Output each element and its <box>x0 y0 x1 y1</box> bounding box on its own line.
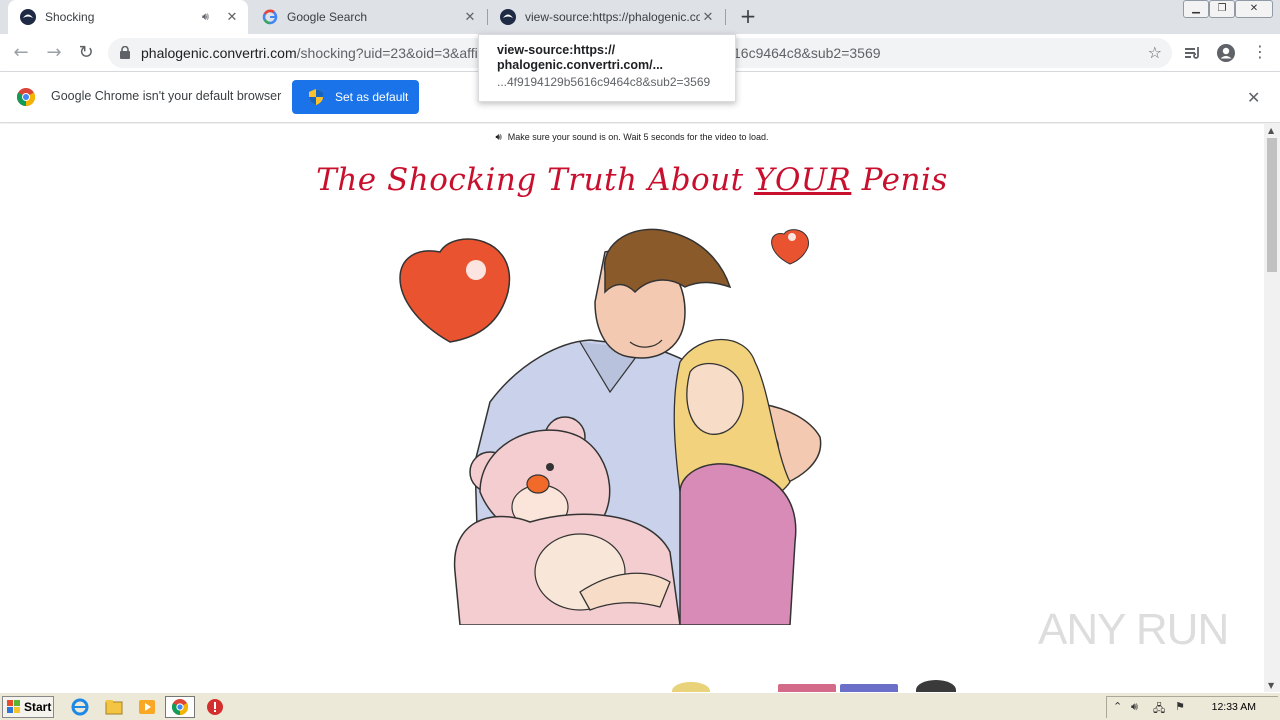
set-as-default-label: Set as default <box>335 90 409 104</box>
tab-strip: Shocking 🔊︎ ✕ Google Search ✕ view-sourc… <box>0 0 1280 34</box>
network-icon[interactable]: 🖧 <box>1153 700 1165 719</box>
tab-title: view-source:https://phalogenic.convertri… <box>525 10 700 24</box>
url-host: phalogenic.convertri.com <box>141 45 297 61</box>
close-window-button[interactable]: ✕ <box>1235 0 1273 18</box>
tab-separator <box>725 9 726 25</box>
set-as-default-button[interactable]: Set as default <box>292 80 419 114</box>
tray-expand-icon[interactable]: ⌃ <box>1113 700 1122 713</box>
scroll-thumb[interactable] <box>1267 138 1277 272</box>
file-explorer-icon[interactable] <box>104 697 124 717</box>
media-control-icon[interactable] <box>1183 43 1203 63</box>
close-tab-icon[interactable]: ✕ <box>462 10 478 25</box>
site-favicon-icon <box>20 9 36 25</box>
back-button[interactable]: ← <box>9 41 33 65</box>
chrome-taskbar-button[interactable] <box>165 696 195 718</box>
scroll-up-arrow-icon[interactable]: ▲ <box>1268 126 1274 135</box>
vertical-scrollbar[interactable]: ▲ ▼ <box>1264 124 1280 692</box>
tab-hover-tooltip: view-source:https:// phalogenic.convertr… <box>478 34 736 102</box>
close-tab-icon[interactable]: ✕ <box>224 10 240 25</box>
windows-taskbar: Start ⌃ 🔊︎ 🖧 ⚑ 12:33 AM <box>0 692 1280 720</box>
reload-button[interactable]: ↻ <box>74 41 98 65</box>
lock-icon[interactable] <box>120 46 130 59</box>
start-button[interactable]: Start <box>2 696 54 718</box>
action-center-flag-icon[interactable]: ⚑ <box>1175 700 1185 713</box>
google-icon <box>262 9 278 25</box>
screen: Shocking 🔊︎ ✕ Google Search ✕ view-sourc… <box>0 0 1280 720</box>
anyrun-watermark: ANY RUN <box>1038 605 1229 654</box>
scroll-down-arrow-icon[interactable]: ▼ <box>1268 681 1274 690</box>
site-favicon-icon <box>500 9 516 25</box>
headline-post: Penis <box>851 162 948 198</box>
tab-view-source[interactable]: view-source:https://phalogenic.convertri… <box>488 0 724 34</box>
more-menu-icon[interactable]: ⋮ <box>1252 42 1268 61</box>
volume-icon[interactable]: 🔊︎ <box>1131 700 1138 714</box>
bookmark-star-icon[interactable]: ☆ <box>1148 43 1162 62</box>
heart-left-icon <box>399 238 511 343</box>
page-headline: The Shocking Truth About YOUR Penis <box>0 162 1264 198</box>
couple-illustration <box>399 228 822 625</box>
security-seal-icon <box>916 680 956 692</box>
speaker-icon: 🔊︎ <box>495 132 502 143</box>
url-path: /shocking?uid=23&oid=3&affi <box>296 45 478 61</box>
tab-google-search[interactable]: Google Search ✕ <box>250 0 486 34</box>
tab-title: Shocking <box>45 10 95 24</box>
stop-sign-icon[interactable] <box>205 697 225 717</box>
tooltip-line-2: phalogenic.convertri.com/... <box>497 58 664 72</box>
shield-icon <box>309 89 323 105</box>
system-tray: ⌃ 🔊︎ 🖧 ⚑ 12:33 AM <box>1106 696 1278 718</box>
mastercard-icon <box>778 684 836 692</box>
taskbar-clock[interactable]: 12:33 AM <box>1212 701 1256 713</box>
forward-button[interactable]: → <box>42 41 66 65</box>
url-text: phalogenic.convertri.com/shocking?uid=23… <box>141 45 478 61</box>
new-tab-button[interactable]: + <box>737 5 759 27</box>
chrome-icon <box>171 699 189 715</box>
tab-shocking[interactable]: Shocking 🔊︎ ✕ <box>8 0 248 34</box>
start-label: Start <box>24 700 52 714</box>
profile-avatar-icon[interactable] <box>1216 43 1236 63</box>
speaker-icon[interactable]: 🔊︎ <box>202 10 218 24</box>
card-badge-icon <box>840 684 898 692</box>
media-player-icon[interactable] <box>137 697 157 717</box>
sound-notice: 🔊︎ Make sure your sound is on. Wait 5 sec… <box>0 132 1264 143</box>
internet-explorer-icon[interactable] <box>70 697 90 717</box>
guarantee-seal-icon <box>672 682 710 692</box>
restore-button[interactable]: ❐ <box>1209 0 1235 18</box>
sound-notice-text: Make sure your sound is on. Wait 5 secon… <box>507 132 769 142</box>
windows-logo-icon <box>7 700 20 713</box>
tab-title: Google Search <box>287 10 368 24</box>
trust-badges <box>672 678 972 692</box>
close-tab-icon[interactable]: ✕ <box>700 10 716 25</box>
headline-pre: The Shocking Truth About <box>316 162 754 198</box>
headline-emphasis: YOUR <box>754 162 852 198</box>
url-path-tail: 16c9464c8&sub2=3569 <box>733 45 881 61</box>
chrome-logo-icon <box>17 88 35 106</box>
infobar-message: Google Chrome isn't your default browser <box>51 89 282 103</box>
close-infobar-icon[interactable]: ✕ <box>1247 88 1260 107</box>
minimize-button[interactable]: ▁ <box>1183 0 1209 18</box>
tooltip-line-1: view-source:https:// <box>497 43 616 57</box>
tooltip-line-3: ...4f9194129b5616c9464c8&sub2=3569 <box>497 75 711 89</box>
